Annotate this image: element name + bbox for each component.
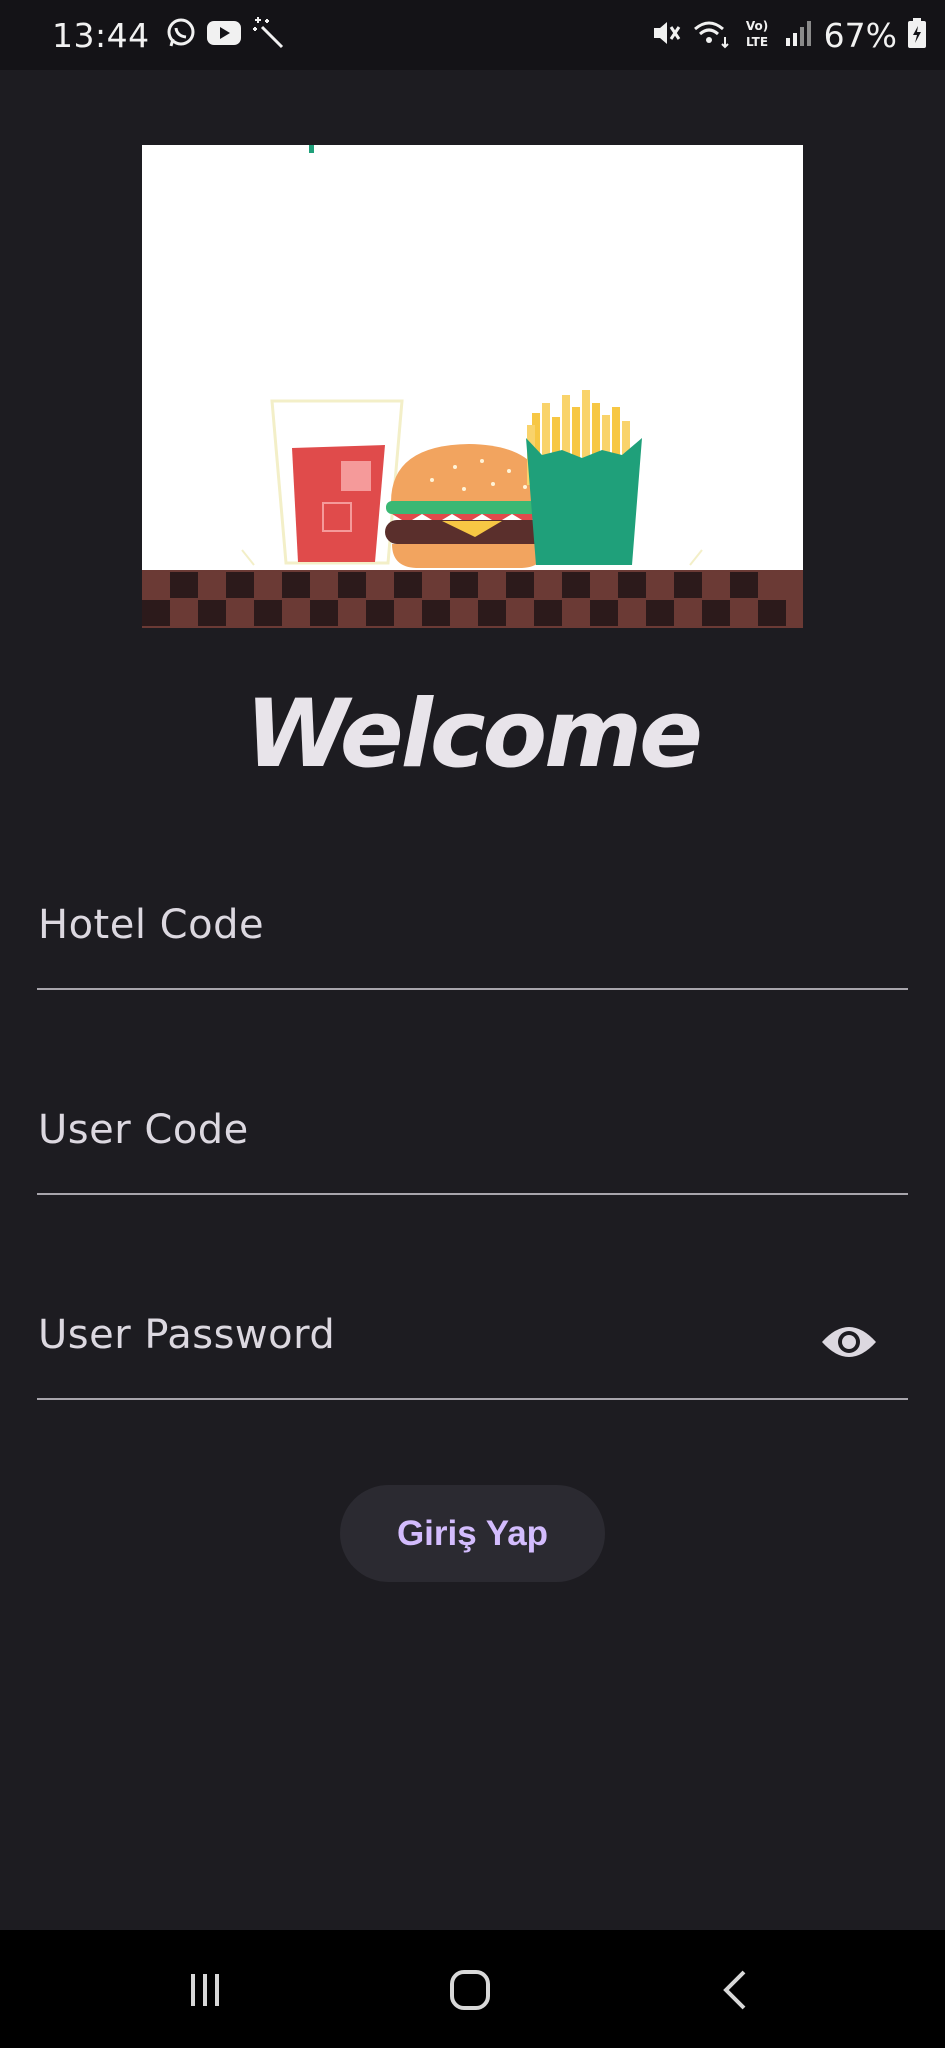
illustration-mark <box>309 145 314 153</box>
svg-text:LTE: LTE <box>746 35 768 49</box>
signal-icon <box>784 18 814 52</box>
notification-icons <box>164 15 286 55</box>
battery-percentage: 67% <box>823 15 897 55</box>
fast-food-illustration <box>142 145 803 628</box>
youtube-icon <box>206 18 242 52</box>
volte-lte-icon: Vo) LTE <box>740 16 774 54</box>
user-password-field[interactable]: User Password <box>37 1290 912 1400</box>
login-button[interactable]: Giriş Yap <box>340 1485 605 1582</box>
navigation-bar <box>0 1930 945 2048</box>
user-code-field[interactable]: User Code <box>37 1085 912 1195</box>
hotel-code-input[interactable] <box>37 880 912 990</box>
recent-apps-icon[interactable] <box>165 1958 245 2022</box>
battery-icon <box>907 17 927 53</box>
eye-icon[interactable] <box>820 1320 878 1364</box>
fries <box>526 390 642 565</box>
status-bar: 13:44 Vo) LTE 67% <box>0 0 945 70</box>
hotel-code-field[interactable]: Hotel Code <box>37 880 912 990</box>
checkered-floor <box>142 570 803 628</box>
welcome-title: Welcome <box>245 680 703 789</box>
whatsapp-icon <box>164 16 198 54</box>
user-password-input[interactable] <box>37 1290 912 1400</box>
back-icon[interactable] <box>695 1958 775 2022</box>
user-code-input[interactable] <box>37 1085 912 1195</box>
svg-text:Vo): Vo) <box>745 19 767 33</box>
wifi-icon <box>692 17 730 53</box>
home-icon[interactable] <box>430 1958 510 2022</box>
magic-wand-icon <box>250 15 286 55</box>
mute-icon <box>650 17 682 53</box>
drink-cup <box>270 399 404 565</box>
system-status-icons: Vo) LTE 67% <box>650 16 927 55</box>
status-time: 13:44 <box>52 15 150 55</box>
